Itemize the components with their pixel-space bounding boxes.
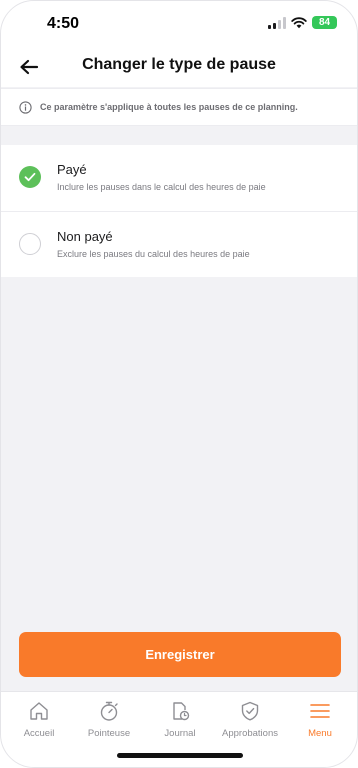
tab-label: Approbations — [222, 728, 278, 739]
option-description: Exclure les pauses du calcul des heures … — [57, 249, 250, 259]
phone-screen: 4:50 84 Changer le type de pause Ce para… — [0, 0, 358, 768]
navigation-header: Changer le type de pause — [1, 47, 357, 87]
tab-approbations[interactable]: Approbations — [215, 700, 285, 739]
status-indicators: 84 — [268, 16, 337, 29]
battery-indicator: 84 — [312, 16, 337, 29]
tab-menu[interactable]: Menu — [285, 700, 355, 739]
save-button[interactable]: Enregistrer — [19, 632, 341, 677]
stopwatch-icon — [100, 701, 118, 721]
tab-accueil[interactable]: Accueil — [4, 700, 74, 739]
tab-label: Pointeuse — [87, 728, 131, 739]
cellular-signal-icon — [268, 16, 286, 29]
option-label: Payé — [57, 162, 87, 177]
info-icon — [19, 100, 32, 114]
status-time: 4:50 — [47, 15, 80, 32]
option-paid[interactable]: Payé Inclure les pauses dans le calcul d… — [1, 145, 357, 211]
pause-type-options: Payé Inclure les pauses dans le calcul d… — [1, 145, 357, 277]
info-text: Ce paramètre s'applique à toutes les pau… — [40, 102, 298, 112]
radio-unchecked[interactable] — [19, 233, 41, 255]
tab-label: Menu — [308, 728, 332, 739]
status-bar: 4:50 84 — [1, 1, 357, 47]
option-label: Non payé — [57, 229, 113, 244]
info-banner: Ce paramètre s'applique à toutes les pau… — [1, 88, 357, 126]
option-unpaid[interactable]: Non payé Exclure les pauses du calcul de… — [1, 211, 357, 277]
tab-label: Accueil — [23, 728, 55, 739]
radio-checked[interactable] — [19, 166, 41, 188]
home-icon — [30, 702, 48, 720]
home-indicator[interactable] — [117, 753, 243, 758]
option-text: Payé Inclure les pauses dans le calcul d… — [57, 162, 266, 192]
shield-check-icon — [241, 701, 259, 721]
timesheet-icon — [173, 702, 190, 721]
page-title: Changer le type de pause — [82, 56, 276, 73]
option-text: Non payé Exclure les pauses du calcul de… — [57, 229, 250, 259]
wifi-icon — [291, 16, 307, 28]
tab-pointeuse[interactable]: Pointeuse — [74, 700, 144, 739]
tab-label: Journal — [164, 728, 196, 739]
option-description: Inclure les pauses dans le calcul des he… — [57, 182, 266, 192]
menu-icon — [310, 704, 330, 718]
tab-journal[interactable]: Journal — [145, 700, 215, 739]
checkmark-icon — [24, 172, 36, 182]
